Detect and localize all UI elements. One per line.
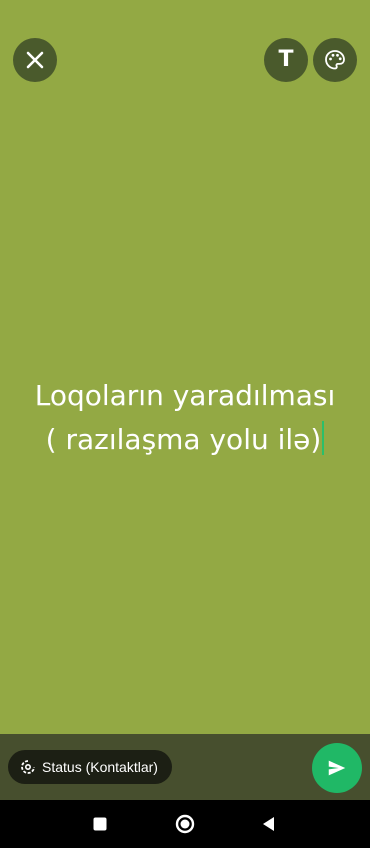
- status-text-line-2-wrap: ( razılaşma yolu ilə): [0, 418, 370, 462]
- back-icon: [263, 817, 274, 831]
- status-text-line-2: ( razılaşma yolu ilə): [45, 423, 322, 456]
- send-icon: [328, 760, 346, 776]
- status-canvas[interactable]: [0, 0, 370, 734]
- text-caret: [322, 421, 325, 455]
- close-icon: [26, 51, 44, 69]
- color-palette-button[interactable]: [313, 38, 357, 82]
- audience-label: Status (Kontaktlar): [42, 759, 158, 775]
- text-style-button[interactable]: T: [264, 38, 308, 82]
- back-button[interactable]: [257, 812, 281, 836]
- status-icon: [21, 760, 35, 774]
- text-style-icon: T: [278, 47, 294, 72]
- system-navigation-bar: [0, 800, 370, 848]
- home-button[interactable]: [173, 812, 197, 836]
- status-text-line-1: Loqoların yaradılması: [34, 379, 336, 412]
- status-text-input[interactable]: Loqoların yaradılması ( razılaşma yolu i…: [0, 374, 370, 462]
- close-button[interactable]: [13, 38, 57, 82]
- home-icon: [175, 814, 195, 834]
- send-button[interactable]: [312, 743, 362, 793]
- palette-icon: [325, 50, 345, 70]
- recent-apps-icon: [93, 817, 107, 831]
- status-audience-button[interactable]: Status (Kontaktlar): [8, 750, 172, 784]
- recent-apps-button[interactable]: [88, 812, 112, 836]
